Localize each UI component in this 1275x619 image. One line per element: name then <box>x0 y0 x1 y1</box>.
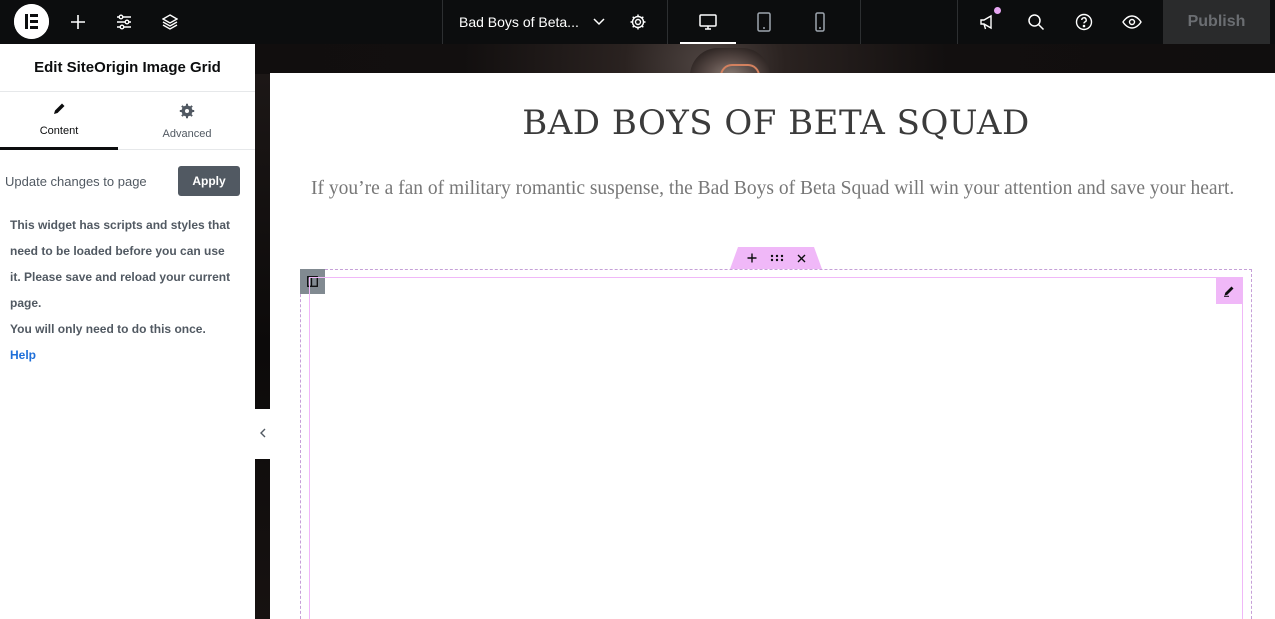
document-title-label: Bad Boys of Beta... <box>459 14 579 30</box>
widget-outline[interactable] <box>309 277 1243 619</box>
collapse-panel-toggle[interactable] <box>255 409 270 459</box>
notification-dot <box>994 7 1001 14</box>
preview-canvas: BAD BOYS OF BETA SQUAD If you’re a fan o… <box>255 44 1275 619</box>
divider <box>442 0 443 44</box>
page-heading[interactable]: BAD BOYS OF BETA SQUAD <box>270 103 1275 143</box>
page-content: BAD BOYS OF BETA SQUAD If you’re a fan o… <box>270 73 1275 619</box>
divider <box>860 0 861 44</box>
chevron-down-icon <box>593 18 605 26</box>
notice-line: This widget has scripts and styles that <box>10 218 231 232</box>
editor-panel: Edit SiteOrigin Image Grid Content Advan… <box>0 44 255 619</box>
background-edge <box>255 74 270 619</box>
panel-tabs: Content Advanced <box>0 92 255 150</box>
pencil-icon <box>52 102 66 119</box>
update-label: Update changes to page <box>5 174 147 189</box>
tab-advanced-label: Advanced <box>162 127 212 140</box>
layers-icon[interactable] <box>156 0 184 44</box>
search-icon[interactable] <box>1022 0 1050 44</box>
publish-button[interactable]: Publish <box>1163 0 1270 44</box>
plus-icon[interactable] <box>64 0 92 44</box>
add-section-icon[interactable] <box>747 253 757 263</box>
tab-content[interactable]: Content <box>0 92 118 150</box>
tab-content-label: Content <box>39 125 79 137</box>
chevron-left-icon <box>259 425 266 443</box>
eye-icon[interactable] <box>1118 0 1146 44</box>
gear-icon <box>179 103 195 122</box>
widget-edit-pencil-icon[interactable] <box>1216 278 1242 304</box>
widget-notice: This widget has scripts and styles that … <box>10 212 250 368</box>
divider <box>957 0 958 44</box>
tablet-icon[interactable] <box>750 0 778 44</box>
gear-icon[interactable] <box>624 0 652 44</box>
apply-button[interactable]: Apply <box>178 166 240 196</box>
section-handle <box>730 247 822 269</box>
update-row: Update changes to page Apply <box>0 166 255 196</box>
document-title[interactable]: Bad Boys of Beta... <box>459 0 605 44</box>
notice-line: page. <box>10 296 42 310</box>
page-paragraph[interactable]: If you’re a fan of military romantic sus… <box>311 175 1251 203</box>
panel-title: Edit SiteOrigin Image Grid <box>0 44 255 92</box>
notice-line: You will only need to do this once. <box>10 322 206 336</box>
notice-line: need to be loaded before you can use <box>10 244 225 258</box>
mobile-icon[interactable] <box>806 0 834 44</box>
close-icon[interactable] <box>797 254 806 263</box>
drag-handle-icon[interactable] <box>770 254 784 262</box>
elementor-logo-icon[interactable] <box>14 4 49 39</box>
help-link[interactable]: Help <box>10 342 250 368</box>
tab-advanced[interactable]: Advanced <box>128 92 246 150</box>
help-icon[interactable] <box>1070 0 1098 44</box>
sliders-icon[interactable] <box>110 0 138 44</box>
top-bar: Bad Boys of Beta... Publish <box>0 0 1275 44</box>
notice-line: it. Please save and reload your current <box>10 270 231 284</box>
desktop-icon[interactable] <box>694 0 722 44</box>
divider <box>667 0 668 44</box>
